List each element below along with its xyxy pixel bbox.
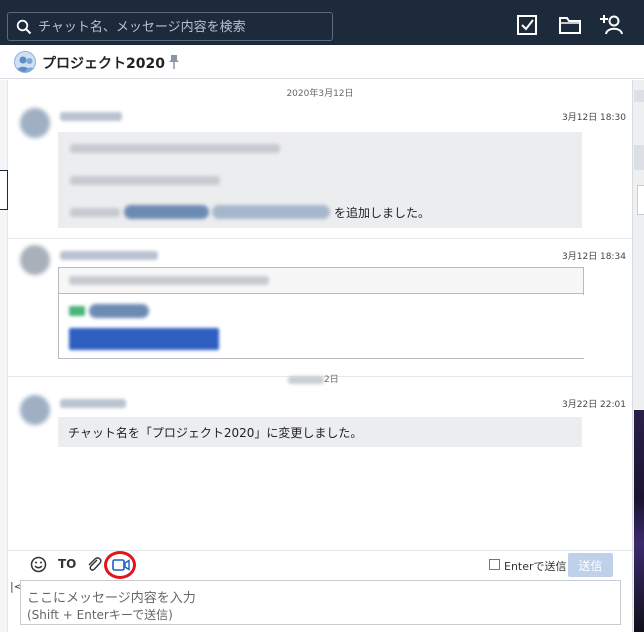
date-separator: 2日 bbox=[324, 375, 339, 385]
message-placeholder-hint: (Shift + Enterキーで送信) bbox=[27, 608, 173, 622]
message-2: 3月12日 18:34 bbox=[8, 238, 632, 376]
message-input[interactable]: ここにメッセージ内容を入力 (Shift + Enterキーで送信) bbox=[20, 580, 621, 625]
avatar bbox=[20, 108, 50, 138]
highlight-circle bbox=[104, 551, 136, 579]
message-time: 3月12日 18:30 bbox=[562, 113, 626, 123]
add-contact-icon[interactable] bbox=[600, 14, 624, 36]
to-button[interactable]: TO bbox=[58, 557, 76, 571]
composer-toolbar: TO Enterで送信 送信 bbox=[8, 550, 632, 579]
search-box[interactable] bbox=[7, 12, 333, 41]
sender-name bbox=[60, 251, 158, 260]
message-bubble: チャット名を「プロジェクト2020」に変更しました。 bbox=[58, 417, 582, 447]
search-input[interactable] bbox=[38, 17, 328, 37]
room-header: プロジェクト2020 bbox=[0, 45, 644, 79]
enter-send-checkbox[interactable] bbox=[489, 559, 500, 570]
enter-send-label: Enterで送信 bbox=[504, 560, 567, 573]
left-sidebar-edge bbox=[0, 80, 8, 632]
search-icon bbox=[16, 19, 32, 35]
sender-name bbox=[60, 112, 122, 121]
top-bar bbox=[0, 0, 644, 45]
pin-icon[interactable] bbox=[168, 54, 180, 70]
chat-timeline[interactable]: 2020年3月12日 3月12日 18:30 を追加しました。 3月12日 18… bbox=[8, 80, 632, 550]
sender-name bbox=[60, 399, 126, 408]
emoji-icon[interactable] bbox=[30, 556, 47, 573]
folder-icon[interactable] bbox=[558, 14, 582, 36]
right-panel-edge bbox=[632, 80, 644, 632]
message-3: 2日 3月22日 22:01 チャット名を「プロジェクト2020」に変更しました… bbox=[8, 375, 632, 466]
message-bubble: を追加しました。 bbox=[58, 132, 582, 228]
card-action-button[interactable] bbox=[69, 328, 219, 350]
message-time: 3月22日 22:01 bbox=[562, 400, 626, 410]
room-title: プロジェクト2020 bbox=[42, 56, 165, 72]
group-users-icon bbox=[16, 56, 35, 72]
message-placeholder: ここにメッセージ内容を入力 bbox=[27, 591, 196, 606]
task-check-icon[interactable] bbox=[516, 14, 538, 36]
message-text: チャット名を「プロジェクト2020」に変更しました。 bbox=[68, 426, 363, 440]
message-1: 3月12日 18:30 を追加しました。 bbox=[8, 98, 632, 238]
message-text: を追加しました。 bbox=[334, 206, 431, 220]
avatar bbox=[20, 395, 50, 425]
send-button[interactable]: 送信 bbox=[568, 553, 613, 577]
paperclip-icon[interactable] bbox=[86, 556, 102, 573]
left-sidebar-tab[interactable] bbox=[0, 170, 8, 210]
message-time: 3月12日 18:34 bbox=[562, 252, 626, 262]
group-avatar[interactable] bbox=[14, 51, 36, 73]
avatar bbox=[20, 245, 50, 275]
